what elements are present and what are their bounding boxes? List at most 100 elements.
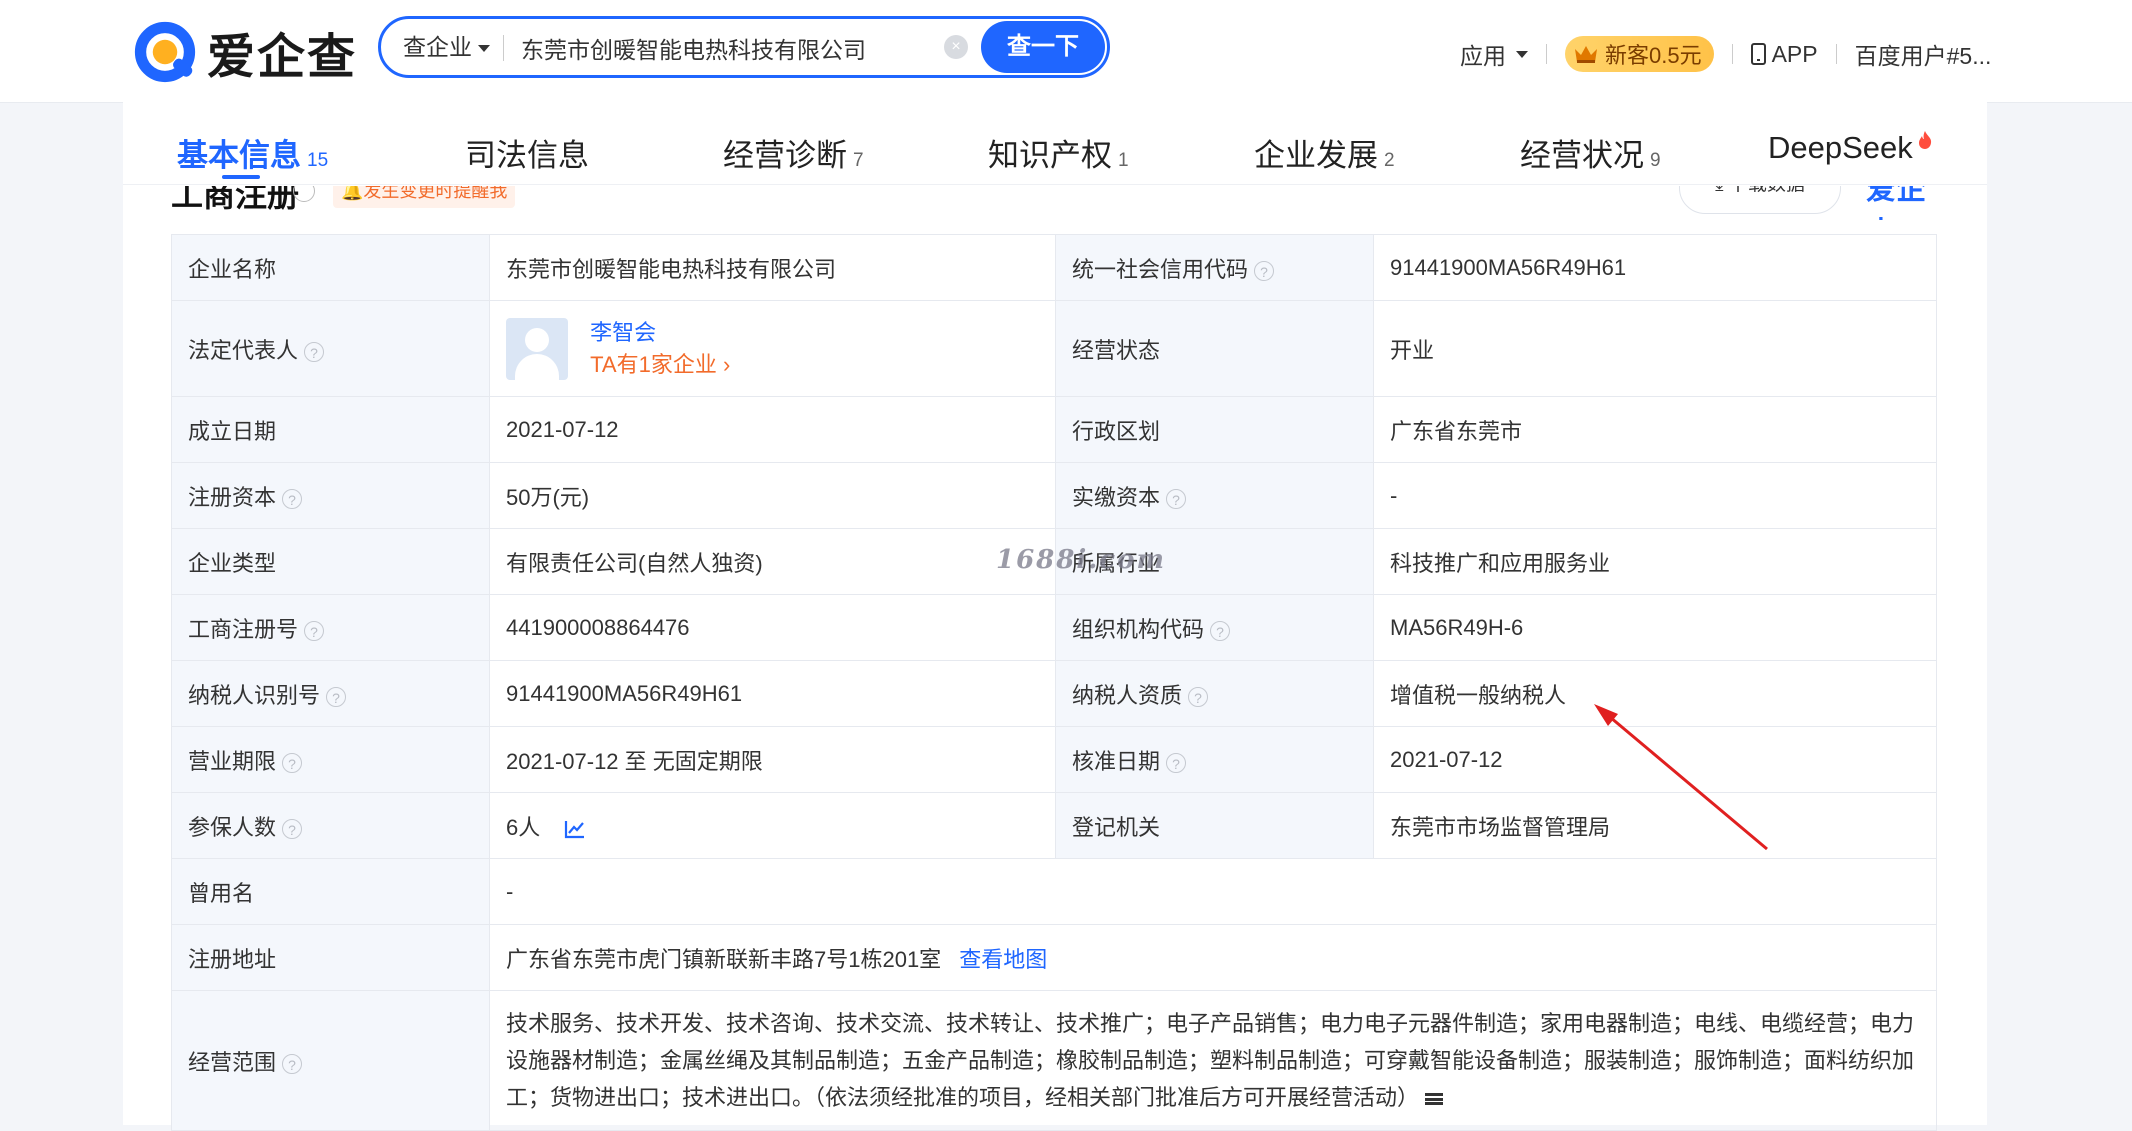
remind-button[interactable]: 🔔发生变更时提醒我 xyxy=(333,186,516,208)
section-header: 工商注册 🔔发生变更时提醒我 ⤓ 下载数据 爱企查 xyxy=(171,186,1941,220)
field-value: - xyxy=(1373,462,1937,529)
tab-label: 经营诊断 xyxy=(723,138,847,173)
label-text: 注册资本 xyxy=(188,484,277,510)
status-value: 开业 xyxy=(1390,337,1435,363)
trend-chart-icon[interactable] xyxy=(564,819,586,839)
legal-rep-companies-link[interactable]: TA有1家企业 › xyxy=(590,349,730,381)
tax-qual-value: 增值税一般纳税人 xyxy=(1390,682,1567,708)
help-icon[interactable]: ? xyxy=(326,686,347,707)
field-value: 东莞市创暖智能电热科技有限公司 xyxy=(489,234,1056,301)
label-text: 法定代表人 xyxy=(188,337,299,363)
credit-code: 91441900MA56R49H61 xyxy=(1390,254,1627,280)
field-value: 2021-07-12 xyxy=(489,396,1056,463)
field-label: 企业类型 xyxy=(171,528,490,595)
field-label: 实缴资本? xyxy=(1055,462,1374,529)
legal-rep-name[interactable]: 李智会 xyxy=(590,317,730,349)
tab-basic-info[interactable]: 基本信息 15 xyxy=(177,130,328,175)
search-button[interactable]: 查一下 xyxy=(981,21,1105,73)
tab-bar: 基本信息 15 司法信息 经营诊断 7 知识产权 1 企业发展 2 经营状况 9 Deep… xyxy=(123,102,1987,185)
tab-development[interactable]: 企业发展 2 xyxy=(1254,130,1395,175)
vip-badge[interactable]: 新客0.5元 xyxy=(1565,36,1714,72)
search-type-select[interactable]: 查企业 xyxy=(403,19,490,75)
tab-diagnosis[interactable]: 经营诊断 7 xyxy=(723,130,864,175)
label-text: 工商注册号 xyxy=(188,616,299,642)
clear-icon[interactable]: × xyxy=(944,35,968,59)
label-text: 成立日期 xyxy=(188,418,277,444)
tab-count: 15 xyxy=(307,150,329,171)
table-row: 曾用名 - xyxy=(171,858,1937,925)
region-value: 广东省东莞市 xyxy=(1390,418,1523,444)
label-text: 企业名称 xyxy=(188,256,277,282)
field-label: 登记机关 xyxy=(1055,792,1374,859)
help-icon[interactable]: ? xyxy=(1166,488,1187,509)
tab-label: 基本信息 xyxy=(177,138,301,173)
help-icon[interactable]: ? xyxy=(282,1053,303,1074)
field-value: - xyxy=(489,858,1937,925)
field-label: 营业期限? xyxy=(171,726,490,793)
divider xyxy=(1731,44,1733,64)
divider xyxy=(1546,44,1547,64)
field-label: 统一社会信用代码? xyxy=(1055,234,1374,301)
avatar[interactable] xyxy=(506,317,568,380)
label-text: 经营范围 xyxy=(188,1049,277,1075)
field-value: 441900008864476 xyxy=(489,594,1056,661)
table-row: 法定代表人? 李智会 TA有1家企业 › 经营状态 开业 xyxy=(171,300,1937,397)
founded-value: 2021-07-12 xyxy=(506,416,619,442)
help-icon[interactable]: ? xyxy=(1166,752,1187,773)
tab-judicial[interactable]: 司法信息 xyxy=(465,130,589,175)
field-label: 经营状态 xyxy=(1055,300,1374,397)
field-label: 曾用名 xyxy=(171,858,490,925)
top-bar: 爱企查 查企业 × 查一下 应用 新客0.5元 APP 百度用户#5... xyxy=(0,0,2132,103)
bell-icon: 🔔 xyxy=(341,186,364,201)
help-icon[interactable]: ? xyxy=(1210,620,1231,641)
caret-down-icon xyxy=(1516,50,1528,58)
tab-deepseek[interactable]: DeepSeek xyxy=(1768,130,1933,166)
reg-capital-value: 50万(元) xyxy=(506,484,590,510)
download-button[interactable]: ⤓ 下载数据 xyxy=(1679,186,1841,214)
field-label: 成立日期 xyxy=(171,396,490,463)
field-label: 法定代表人? xyxy=(171,300,490,397)
logo[interactable]: 爱企查 xyxy=(133,17,357,87)
field-label: 注册地址 xyxy=(171,924,490,991)
help-icon[interactable]: ? xyxy=(1188,686,1209,707)
field-label: 工商注册号? xyxy=(171,594,490,661)
crown-icon xyxy=(1575,46,1597,63)
help-icon[interactable] xyxy=(293,186,315,202)
tab-ip[interactable]: 知识产权 1 xyxy=(988,130,1129,175)
label-text: 组织机构代码 xyxy=(1072,616,1205,642)
expand-icon[interactable] xyxy=(1425,1093,1444,1106)
logo-icon xyxy=(134,21,196,83)
field-value: 科技推广和应用服务业 xyxy=(1373,528,1937,595)
label-text: 企业类型 xyxy=(188,550,277,576)
help-icon[interactable]: ? xyxy=(282,818,303,839)
label-text: 行政区划 xyxy=(1072,418,1161,444)
scope-value: 技术服务、技术开发、技术咨询、技术交流、技术转让、技术推广；电子产品销售；电力电… xyxy=(506,1011,1915,1110)
tab-operations[interactable]: 经营状况 9 xyxy=(1520,130,1661,175)
field-value: 开业 xyxy=(1373,300,1937,397)
label-text: 实缴资本 xyxy=(1072,484,1161,510)
download-icon: ⤓ xyxy=(1715,186,1723,195)
label-text: 登记机关 xyxy=(1072,814,1161,840)
field-label: 行政区划 xyxy=(1055,396,1374,463)
help-icon[interactable]: ? xyxy=(282,752,303,773)
apps-menu[interactable]: 应用 xyxy=(1460,37,1528,71)
table-row: 注册资本? 50万(元) 实缴资本? - xyxy=(171,462,1937,529)
table-row: 企业名称 东莞市创暖智能电热科技有限公司 统一社会信用代码? 91441900M… xyxy=(171,234,1937,301)
divider xyxy=(1835,44,1837,64)
field-value: 50万(元) xyxy=(489,462,1056,529)
paid-capital-value: - xyxy=(1390,482,1398,508)
app-download[interactable]: APP xyxy=(1750,41,1818,68)
label-text: 营业期限 xyxy=(188,748,277,774)
help-icon[interactable]: ? xyxy=(282,488,303,509)
help-icon[interactable]: ? xyxy=(1254,260,1275,281)
help-icon[interactable]: ? xyxy=(304,620,325,641)
table-row: 注册地址 广东省东莞市虎门镇新联新丰路7号1栋201室 查看地图 xyxy=(171,924,1937,991)
user-name[interactable]: 百度用户#5... xyxy=(1855,37,1992,71)
download-label: 下载数据 xyxy=(1729,186,1805,195)
help-icon[interactable]: ? xyxy=(304,341,325,362)
industry-value: 科技推广和应用服务业 xyxy=(1390,550,1611,576)
view-map-link[interactable]: 查看地图 xyxy=(959,947,1047,972)
field-label: 经营范围? xyxy=(171,990,490,1131)
red-arrow-annotation xyxy=(1594,704,1768,851)
tax-id-value: 91441900MA56R49H61 xyxy=(506,680,743,706)
